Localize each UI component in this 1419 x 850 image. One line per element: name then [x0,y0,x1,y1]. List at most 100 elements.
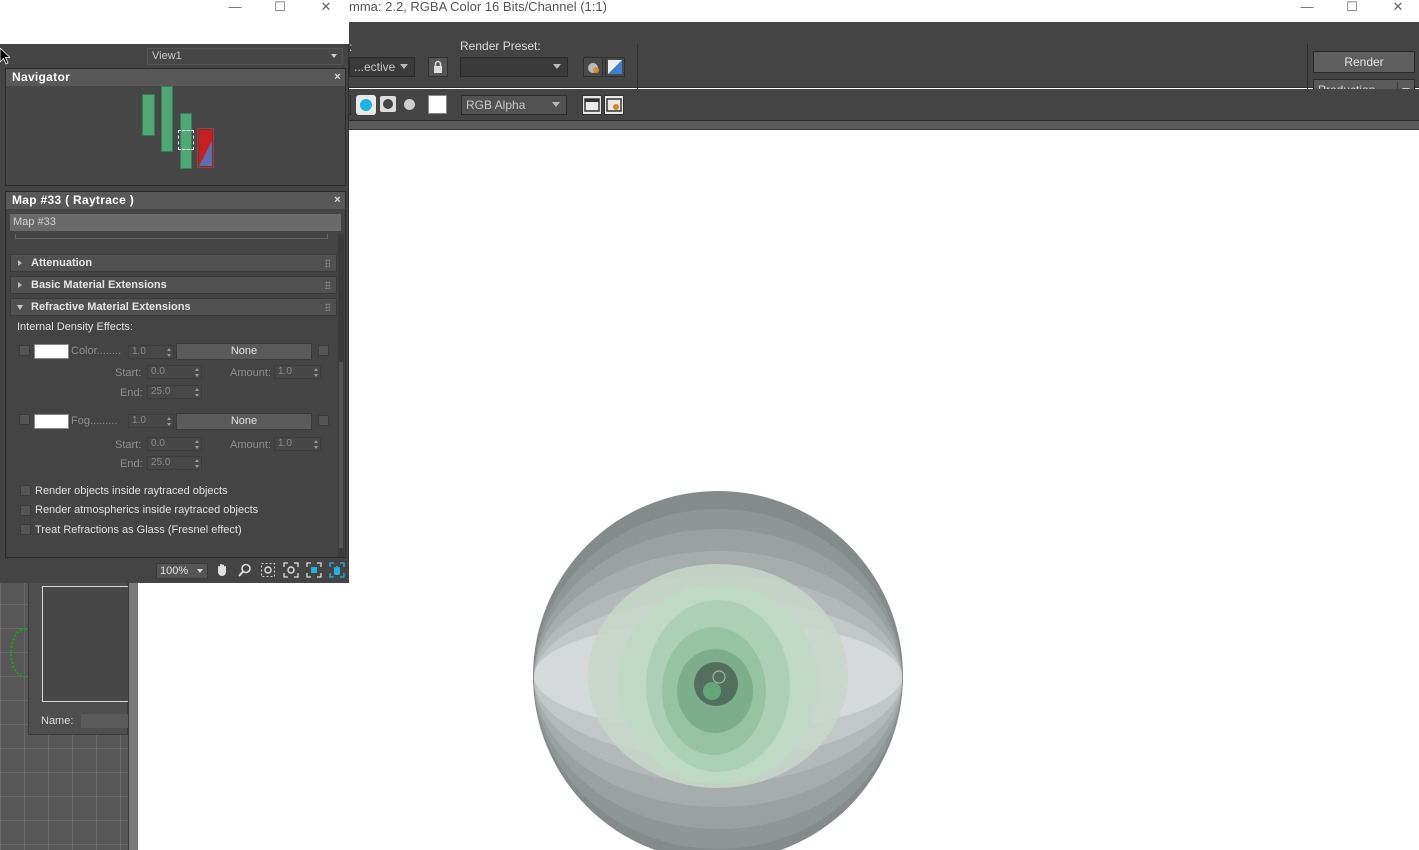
zoom-dropdown[interactable]: 100% [156,563,208,579]
chevron-down-icon [400,64,408,69]
spinner-down-icon [167,423,171,426]
render-history-button[interactable] [604,95,624,115]
color-amount2-spinner[interactable]: 1.0 [274,365,321,379]
spinner-up-icon [167,417,171,420]
clear-display-icon[interactable] [404,99,415,110]
scrollbar-thumb[interactable] [339,362,343,548]
fog-start-label: Start: [115,439,142,451]
fresnel-glass-label: Treat Refractions as Glass (Fresnel effe… [35,524,242,536]
fog-enable-checkbox[interactable] [19,414,30,425]
mouse-cursor-icon [0,48,10,65]
environment-effects-button[interactable] [605,57,625,77]
basic-material-extensions-label: Basic Material Extensions [31,279,167,291]
blue-channel-icon [360,99,372,111]
fog-swatch[interactable] [34,414,69,429]
navigator-title: Navigator × [6,69,345,86]
map-panel-title-text: Map #33 ( Raytrace ) [12,193,135,207]
spinner-down-icon [314,374,318,377]
color-enable-checkbox[interactable] [19,345,30,356]
spinner-down-icon [195,394,199,397]
spinner-up-icon [314,368,318,371]
color-map-checkbox[interactable] [318,345,329,356]
navigator-view-rectangle[interactable] [197,128,214,168]
color-map-button[interactable]: None [176,343,312,360]
refractive-material-extensions-rollout[interactable]: Refractive Material Extensions [10,298,337,316]
area-to-render-label: : [349,40,353,54]
fog-end-spinner[interactable]: 25.0 [147,456,202,470]
slate-editor-titlebar: — ☐ ✕ [0,0,349,44]
viewport-dropdown[interactable]: ...ective [349,57,415,77]
zoom-extents-selected-icon[interactable] [305,562,323,580]
fog-map-button[interactable]: None [176,413,312,430]
map-panel-scrollbar[interactable] [338,234,344,557]
zoom-region-icon[interactable] [259,562,277,580]
spinner-down-icon [195,465,199,468]
fog-start-value: 0.0 [151,438,165,449]
navigator-close-icon[interactable]: × [334,71,341,83]
color-amount2-value: 1.0 [278,366,292,377]
slate-material-editor: View1 Navigator × Map #33 ( Raytrace ) ×… [0,44,349,583]
fog-end-value: 25.0 [151,457,171,468]
fog-amount2-spinner[interactable]: 1.0 [274,437,321,451]
chevron-down-icon [331,54,337,58]
color-end-spinner[interactable]: 25.0 [147,385,202,399]
internal-density-label: Internal Density Effects: [17,321,133,333]
color-start-label: Start: [115,367,142,379]
maximize-button[interactable]: ☐ [1329,0,1375,18]
attenuation-rollout[interactable]: Attenuation [10,254,337,272]
zoom-magnifier-icon[interactable] [236,562,254,580]
viewport-border [128,580,138,850]
monochrome-toggle[interactable] [380,96,396,112]
slate-maximize-button[interactable]: ☐ [257,0,303,18]
map-name-field[interactable]: Map #33 [10,214,341,231]
fog-amount-spinner[interactable]: 1.0 [128,414,174,428]
spinner-up-icon [195,459,199,462]
pan-to-selected-icon[interactable] [328,562,346,580]
render-objects-inside-checkbox[interactable] [20,485,31,496]
map-parameters-panel: Map #33 ( Raytrace ) × Map #33 Attenuati… [5,191,346,558]
color-start-spinner[interactable]: 0.0 [147,365,202,379]
render-atmospherics-checkbox[interactable] [20,505,31,516]
channel-dropdown[interactable]: RGB Alpha [461,95,567,115]
refractive-material-extensions-label: Refractive Material Extensions [31,301,191,313]
spinner-down-icon [195,446,199,449]
lock-viewport-button[interactable] [428,57,448,77]
map-panel-close-icon[interactable]: × [334,194,341,206]
color-end-label: End: [120,387,143,399]
minimize-button[interactable]: — [1284,0,1330,18]
history-icon [606,98,622,112]
view-dropdown[interactable]: View1 [147,48,343,65]
spinner-down-icon [314,446,318,449]
lock-icon [434,60,442,73]
map-rollouts-area[interactable]: Attenuation Basic Material Extensions Re… [6,234,345,557]
navigator-title-text: Navigator [12,70,71,84]
color-amount-value: 1.0 [132,346,146,357]
display-alpha-toggle[interactable] [356,95,376,115]
close-button[interactable]: ✕ [1375,0,1419,18]
navigator-minimap[interactable] [6,86,345,185]
render-button[interactable]: Render [1313,51,1415,73]
fog-start-spinner[interactable]: 0.0 [147,437,202,451]
scene-viewport[interactable]: Name: [0,580,138,850]
color-swatch[interactable] [34,344,69,359]
color-swatch[interactable] [428,95,447,114]
fresnel-glass-checkbox[interactable] [20,524,31,535]
node-selection-box [178,130,194,150]
material-preview-box [42,586,130,702]
window-icon [584,98,600,112]
slate-close-button[interactable]: ✕ [303,0,349,18]
spinner-up-icon [195,368,199,371]
render-setup-button[interactable] [583,57,603,77]
pan-hand-icon[interactable] [213,562,231,580]
basic-material-extensions-rollout[interactable]: Basic Material Extensions [10,276,337,294]
previous-rollout-edge [15,234,328,239]
zoom-extents-icon[interactable] [282,562,300,580]
show-toolbar-button[interactable] [582,95,602,115]
fog-map-checkbox[interactable] [318,415,329,426]
collapse-arrow-icon [17,305,23,310]
name-field[interactable] [81,714,129,728]
exposure-icon [608,60,622,74]
color-amount-spinner[interactable]: 1.0 [128,345,174,359]
slate-minimize-button[interactable]: — [212,0,258,18]
render-preset-dropdown[interactable] [460,57,568,77]
